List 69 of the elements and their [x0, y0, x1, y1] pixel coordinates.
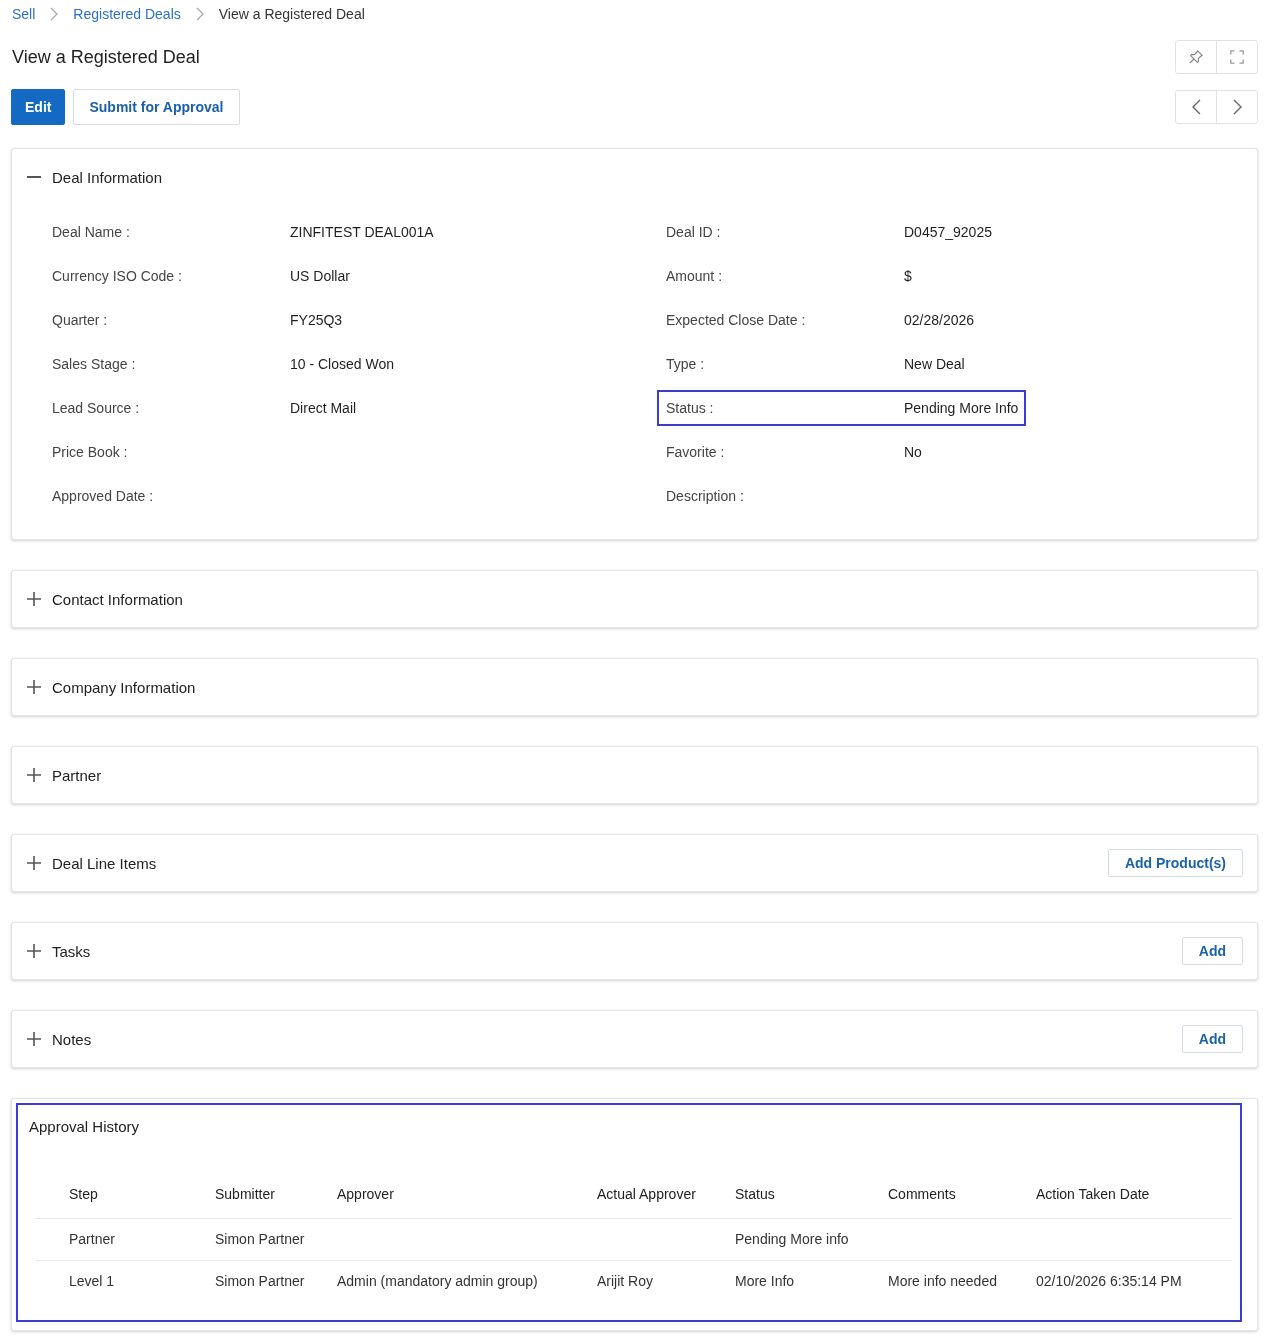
field-label: Status :: [666, 400, 715, 416]
field-label: Deal Name :: [52, 224, 131, 240]
table-cell: More info needed: [888, 1260, 1036, 1302]
field-value: Pending More Info: [904, 400, 1019, 416]
page-title: View a Registered Deal: [11, 46, 200, 68]
table-cell: 02/10/2026 6:35:14 PM: [1036, 1260, 1232, 1302]
next-button[interactable]: [1216, 90, 1258, 124]
table-cell: Arijit Roy: [597, 1260, 735, 1302]
add-button[interactable]: Add Product(s): [1107, 849, 1243, 877]
field-label: Amount :: [666, 268, 724, 284]
edit-button[interactable]: Edit: [11, 89, 66, 125]
table-cell: Simon Partner: [215, 1218, 337, 1260]
pin-button[interactable]: [1175, 40, 1217, 74]
field-value: D0457_92025: [904, 224, 992, 240]
section-toggle[interactable]: Deal Information: [27, 168, 163, 186]
breadcrumb-link[interactable]: Registered Deals: [73, 6, 181, 22]
column-header: Action Taken Date: [1036, 1171, 1232, 1218]
section-toggle[interactable]: Deal Line Items: [27, 854, 157, 872]
pin-icon: [1189, 50, 1203, 64]
panel-title: Approval History: [29, 1117, 141, 1137]
field-value: ZINFITEST DEAL001A: [290, 224, 434, 240]
section-toggle[interactable]: Partner: [27, 766, 102, 784]
chevron-right-icon: [1232, 99, 1242, 115]
field-value: FY25Q3: [290, 312, 343, 328]
field-value: US Dollar: [290, 268, 350, 284]
field-label: Currency ISO Code :: [52, 268, 183, 284]
field-value: New Deal: [904, 356, 965, 372]
column-header: Submitter: [215, 1171, 337, 1218]
field-label: Sales Stage :: [52, 356, 137, 372]
column-header: Step: [36, 1171, 215, 1218]
section-toggle[interactable]: Notes: [27, 1030, 92, 1048]
field-label: Type :: [666, 356, 706, 372]
column-header: Comments: [888, 1171, 1036, 1218]
breadcrumb-current: View a Registered Deal: [218, 6, 365, 22]
expand-icon: [1230, 50, 1244, 64]
previous-button[interactable]: [1175, 90, 1217, 124]
section-toggle[interactable]: Tasks: [27, 942, 91, 960]
field-value: Direct Mail: [290, 400, 357, 416]
table-cell: Admin (mandatory admin group): [337, 1260, 597, 1302]
field-value: No: [904, 444, 922, 460]
field-label: Price Book :: [52, 444, 129, 460]
column-header: Status: [735, 1171, 888, 1218]
field-label: Deal ID :: [666, 224, 722, 240]
fullscreen-button[interactable]: [1216, 40, 1258, 74]
section-toggle[interactable]: Contact Information: [27, 590, 183, 608]
add-button[interactable]: Add: [1181, 937, 1243, 965]
chevron-left-icon: [1191, 99, 1201, 115]
field-label: Quarter :: [52, 312, 109, 328]
field-label: Expected Close Date :: [666, 312, 807, 328]
chevron-right-icon: [50, 7, 59, 21]
submit-button[interactable]: Submit for Approval: [73, 89, 240, 125]
add-button[interactable]: Add: [1181, 1025, 1243, 1053]
field-label: Favorite :: [666, 444, 726, 460]
table-cell: Level 1: [36, 1260, 215, 1302]
field-value: 02/28/2026: [904, 312, 975, 328]
column-header: Approver: [337, 1171, 597, 1218]
table-cell: Partner: [36, 1218, 215, 1260]
field-value: 10 - Closed Won: [290, 356, 394, 372]
table-cell: Pending More info: [735, 1218, 888, 1260]
breadcrumb-link[interactable]: Sell: [12, 6, 36, 22]
table-cell: More Info: [735, 1260, 888, 1302]
field-label: Description :: [666, 488, 745, 504]
field-label: Lead Source :: [52, 400, 141, 416]
chevron-right-icon: [195, 7, 204, 21]
field-label: Approved Date :: [52, 488, 155, 504]
table-cell: Simon Partner: [215, 1260, 337, 1302]
column-header: Actual Approver: [597, 1171, 735, 1218]
field-value: $: [904, 268, 912, 284]
section-toggle[interactable]: Company Information: [27, 678, 196, 696]
